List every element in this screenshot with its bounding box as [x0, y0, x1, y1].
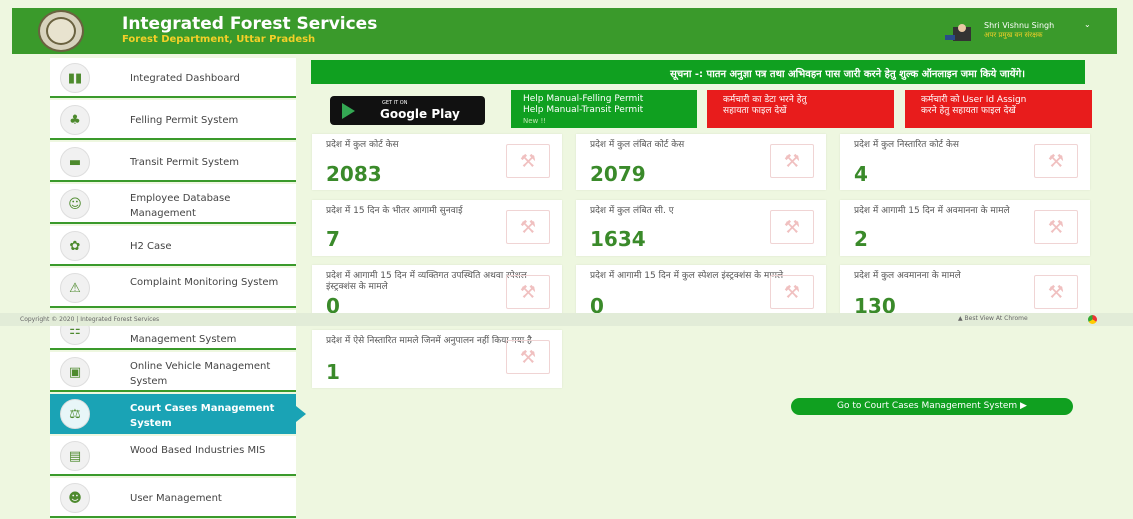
stat-card-personal-appearance[interactable]: प्रदेश में आगामी 15 दिन में व्यक्तिगत उप…	[312, 265, 562, 318]
stat-title: प्रदेश में कुल लंबित कोर्ट केस	[590, 140, 685, 150]
google-play-small-text: GET IT ON	[382, 100, 408, 106]
stat-value: 2079	[590, 162, 646, 186]
employee-data-help-button[interactable]: कर्मचारी का डेटा भरने हेतु सहायता फाइल द…	[707, 90, 894, 128]
sidebar-item-integrated-dashboard[interactable]: ▮▮ Integrated Dashboard	[50, 58, 296, 98]
h2-case-icon: ✿	[60, 231, 90, 261]
sidebar-item-label: User Management	[130, 493, 222, 504]
gavel-icon: ⚒	[770, 210, 814, 244]
user-role: अपर प्रमुख वन संरक्षक	[984, 31, 1043, 39]
stat-card-upcoming-hearings[interactable]: प्रदेश में 15 दिन के भीतर आगामी सुनवाई 7…	[312, 200, 562, 256]
new-badge: New !!	[523, 117, 547, 125]
industry-icon: ▤	[60, 441, 90, 471]
sidebar-item-transit-permit[interactable]: ▬ Transit Permit System	[50, 142, 296, 182]
employee-data-help-line2: सहायता फाइल देखें	[723, 106, 787, 116]
sidebar-item-label: Employee Database Management	[130, 193, 231, 219]
stat-value: 2083	[326, 162, 382, 186]
stat-title: प्रदेश में आगामी 15 दिन में व्यक्तिगत उप…	[326, 271, 527, 292]
help-felling-link[interactable]: Help Manual-Felling Permit	[523, 94, 697, 105]
help-transit-link[interactable]: Help Manual-Transit Permit	[523, 105, 697, 116]
best-view-text: ▲ Best View At Chrome	[958, 315, 1028, 322]
stat-card-disposed-cases[interactable]: प्रदेश में कुल निस्तारित कोर्ट केस 4 ⚒	[840, 134, 1090, 190]
user-id-assign-help-line2: करने हेतु सहायता फाइल देखें	[921, 106, 1016, 116]
gavel-icon: ⚒	[1034, 275, 1078, 309]
stat-card-total-contempt[interactable]: प्रदेश में कुल अवमानना के मामले 130 ⚒	[840, 265, 1090, 318]
gavel-icon: ⚒	[1034, 144, 1078, 178]
app-subtitle: Forest Department, Uttar Pradesh	[122, 34, 316, 45]
sidebar-item-label: H2 Case	[130, 241, 172, 252]
stat-card-pending-ca[interactable]: प्रदेश में कुल लंबित सी. ए 1634 ⚒	[576, 200, 826, 256]
users-icon: ☻	[60, 483, 90, 513]
stat-card-special-instructions[interactable]: प्रदेश में आगामी 15 दिन में कुल स्पेशल इ…	[576, 265, 826, 318]
gavel-icon: ⚒	[506, 144, 550, 178]
employees-icon: ☺	[60, 189, 90, 219]
sidebar-item-employee-database[interactable]: ☺ Employee Database Management	[50, 184, 296, 224]
notice-bar: सूचना -: पातन अनुज्ञा पत्र तथा अभिवहन पा…	[311, 60, 1085, 84]
chevron-down-icon[interactable]: ⌄	[1084, 20, 1091, 29]
footer-bar: Copyright © 2020 | Integrated Forest Ser…	[0, 313, 1133, 326]
dashboard-icon: ▮▮	[60, 63, 90, 93]
sidebar-item-felling-permit[interactable]: ♣ Felling Permit System	[50, 100, 296, 140]
stat-card-non-compliance[interactable]: प्रदेश में ऐसे निस्तारित मामले जिनमें अन…	[312, 330, 562, 388]
sidebar-item-label: Transit Permit System	[130, 157, 239, 168]
stat-card-total-cases[interactable]: प्रदेश में कुल कोर्ट केस 2083 ⚒	[312, 134, 562, 190]
stat-title: प्रदेश में कुल निस्तारित कोर्ट केस	[854, 140, 959, 150]
sidebar-item-label: Court Cases Management System	[130, 403, 275, 429]
court-icon: ⚖	[60, 399, 90, 429]
stat-title: प्रदेश में ऐसे निस्तारित मामले जिनमें अन…	[326, 336, 532, 346]
employee-data-help-line1: कर्मचारी का डेटा भरने हेतु	[723, 95, 807, 105]
stat-title: प्रदेश में कुल लंबित सी. ए	[590, 206, 674, 216]
chrome-icon	[1088, 315, 1097, 324]
gavel-icon: ⚒	[770, 144, 814, 178]
app-title: Integrated Forest Services	[122, 14, 378, 34]
gavel-icon: ⚒	[506, 275, 550, 309]
tree-icon: ♣	[60, 105, 90, 135]
stat-value: 2	[854, 227, 868, 251]
stat-value: 1	[326, 360, 340, 384]
stat-card-upcoming-contempt[interactable]: प्रदेश में आगामी 15 दिन में अवमानना के म…	[840, 200, 1090, 256]
sidebar-item-court-cases[interactable]: ⚖ Court Cases Management System	[50, 394, 296, 434]
google-play-icon	[342, 103, 355, 119]
user-id-assign-help-button[interactable]: कर्मचारी को User Id Assign करने हेतु सहा…	[905, 90, 1092, 128]
user-name[interactable]: Shri Vishnu Singh	[984, 21, 1054, 30]
sidebar-item-label: Felling Permit System	[130, 115, 239, 126]
google-play-button[interactable]: GET IT ON Google Play	[330, 96, 485, 125]
sidebar-item-wood-industries[interactable]: ▤ Wood Based Industries MIS	[50, 436, 296, 476]
stat-value: 4	[854, 162, 868, 186]
complaint-icon: ⚠	[60, 273, 90, 303]
stat-title: प्रदेश में आगामी 15 दिन में अवमानना के म…	[854, 206, 1010, 216]
sidebar: ▮▮ Integrated Dashboard ♣ Felling Permit…	[50, 58, 306, 519]
help-manual-box: Help Manual-Felling Permit Help Manual-T…	[511, 90, 697, 128]
best-view-label: Best View At Chrome	[964, 315, 1028, 322]
sidebar-item-label: Management System	[130, 334, 237, 345]
stat-title: प्रदेश में आगामी 15 दिन में कुल स्पेशल इ…	[590, 271, 784, 281]
go-to-court-cases-button[interactable]: Go to Court Cases Management System ▶	[791, 398, 1073, 415]
department-logo	[38, 10, 84, 52]
sidebar-item-label: Complaint Monitoring System	[130, 277, 279, 288]
active-indicator-arrow	[296, 406, 306, 422]
gavel-icon: ⚒	[1034, 210, 1078, 244]
sidebar-item-user-management[interactable]: ☻ User Management	[50, 478, 296, 518]
stat-value: 1634	[590, 227, 646, 251]
vehicle-icon: ▣	[60, 357, 90, 387]
user-id-assign-help-line1: कर्मचारी को User Id Assign	[921, 95, 1027, 105]
gavel-icon: ⚒	[506, 340, 550, 374]
sidebar-item-label: Wood Based Industries MIS	[130, 445, 266, 456]
stat-title: प्रदेश में 15 दिन के भीतर आगामी सुनवाई	[326, 206, 463, 216]
stat-title: प्रदेश में कुल अवमानना के मामले	[854, 271, 961, 281]
gavel-icon: ⚒	[770, 275, 814, 309]
app-header: Integrated Forest Services Forest Depart…	[12, 8, 1117, 54]
gavel-icon: ⚒	[506, 210, 550, 244]
google-play-label: Google Play	[380, 107, 460, 121]
sidebar-item-complaint-monitoring[interactable]: ⚠ Complaint Monitoring System	[50, 268, 296, 308]
user-avatar-icon[interactable]	[945, 23, 977, 43]
stat-value: 7	[326, 227, 340, 251]
sidebar-item-label: Online Vehicle Management System	[130, 361, 271, 387]
stat-title: प्रदेश में कुल कोर्ट केस	[326, 140, 399, 150]
sidebar-item-h2-case[interactable]: ✿ H2 Case	[50, 226, 296, 266]
copyright-text: Copyright © 2020 | Integrated Forest Ser…	[20, 316, 160, 323]
sidebar-item-label: Integrated Dashboard	[130, 73, 240, 84]
stat-card-pending-cases[interactable]: प्रदेश में कुल लंबित कोर्ट केस 2079 ⚒	[576, 134, 826, 190]
truck-icon: ▬	[60, 147, 90, 177]
sidebar-item-online-vehicle[interactable]: ▣ Online Vehicle Management System	[50, 352, 296, 392]
